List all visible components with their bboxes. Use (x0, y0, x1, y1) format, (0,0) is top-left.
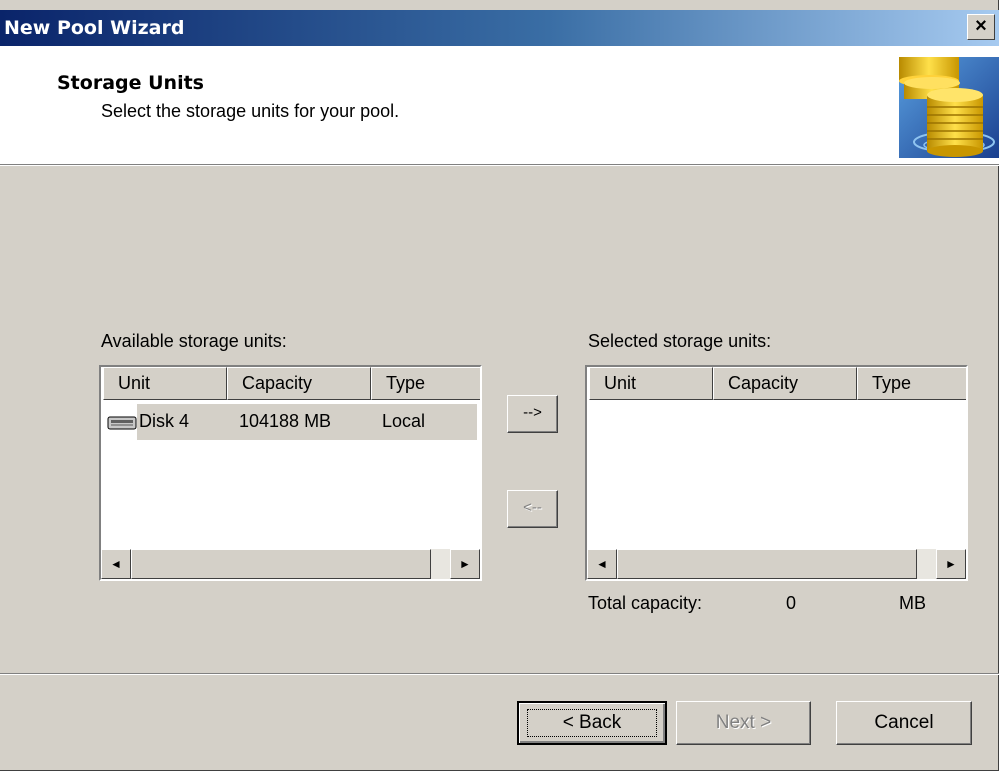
selected-units-label: Selected storage units: (588, 331, 772, 351)
available-units-label: Available storage units: (101, 331, 287, 351)
scroll-thumb[interactable] (617, 549, 917, 579)
selected-units-list[interactable]: Unit Capacity Type ◄ ► (585, 365, 968, 581)
unit-type: Local (382, 411, 426, 431)
available-units-list[interactable]: Unit Capacity Type Disk 4 104188 MB Loca… (99, 365, 482, 581)
next-button[interactable]: Next > (676, 701, 811, 745)
column-header-capacity[interactable]: Capacity (713, 367, 857, 400)
page-subtitle: Select the storage units for your pool. (101, 101, 400, 121)
storage-pool-icon (899, 57, 999, 158)
wizard-header: Storage Units Select the storage units f… (0, 46, 999, 165)
column-header-unit[interactable]: Unit (589, 367, 713, 400)
title-bar[interactable]: New Pool Wizard × (0, 10, 999, 46)
column-header-capacity[interactable]: Capacity (227, 367, 371, 400)
cancel-button[interactable]: Cancel (836, 701, 972, 745)
list-item[interactable]: Disk 4 104188 MB Local (101, 404, 480, 440)
focus-rectangle (527, 709, 657, 737)
disk-drive-icon (107, 416, 137, 430)
unit-capacity: 104188 MB (239, 411, 332, 431)
add-unit-button[interactable]: --> (507, 395, 558, 433)
back-button[interactable]: < Back (517, 701, 667, 745)
page-title: Storage Units (57, 72, 204, 94)
scroll-left-button[interactable]: ◄ (101, 549, 131, 579)
column-header-unit[interactable]: Unit (103, 367, 227, 400)
close-button[interactable]: × (967, 14, 995, 40)
column-header-type[interactable]: Type (371, 367, 480, 400)
unit-name: Disk 4 (139, 411, 190, 431)
total-capacity-value: 0 (786, 593, 797, 613)
total-capacity-unit: MB (899, 593, 926, 613)
remove-unit-button[interactable]: <-- (507, 490, 558, 528)
wizard-window: New Pool Wizard × Storage Units Select t… (0, 0, 999, 771)
scroll-right-button[interactable]: ► (450, 549, 480, 579)
horizontal-scrollbar[interactable]: ◄ ► (101, 549, 480, 579)
scroll-right-button[interactable]: ► (936, 549, 966, 579)
scroll-thumb[interactable] (131, 549, 431, 579)
column-header-type[interactable]: Type (857, 367, 966, 400)
window-title: New Pool Wizard (4, 17, 185, 39)
horizontal-scrollbar[interactable]: ◄ ► (587, 549, 966, 579)
total-capacity-label: Total capacity: (588, 593, 703, 613)
footer-divider-highlight (0, 674, 999, 675)
scroll-left-button[interactable]: ◄ (587, 549, 617, 579)
